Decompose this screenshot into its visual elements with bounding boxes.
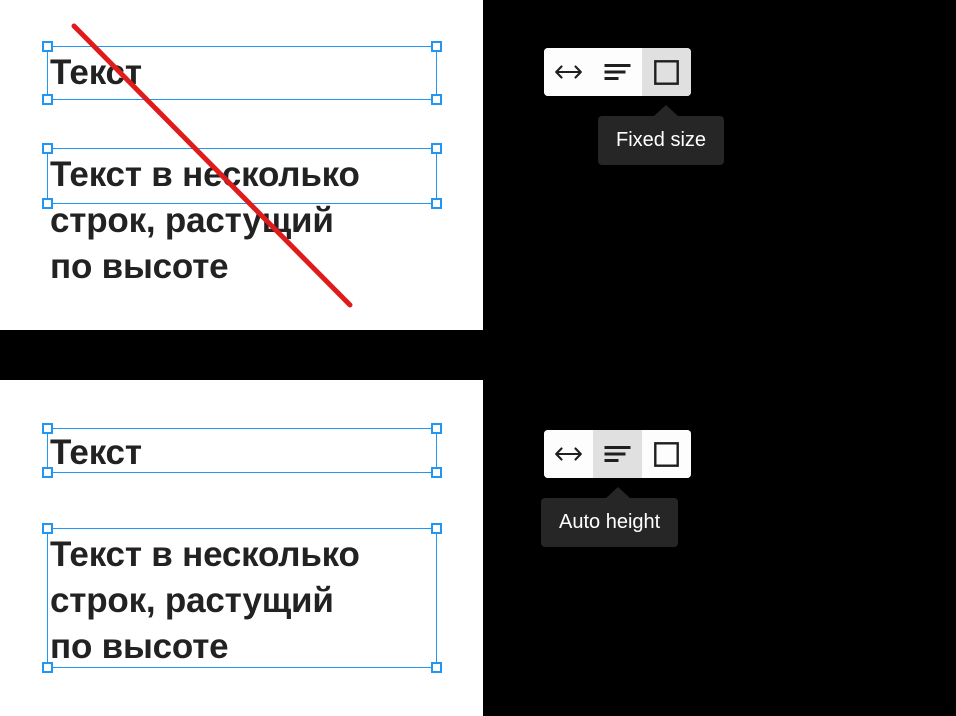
canvas-text-multi-line[interactable]: Текст в несколько строк, растущий по выс…	[50, 152, 360, 290]
toolbar-button-auto-height[interactable]	[593, 48, 642, 96]
tooltip-arrow-icon	[653, 105, 679, 117]
horizontal-double-arrow-icon	[555, 446, 582, 462]
toolbar-button-auto-width[interactable]	[544, 430, 593, 478]
toolbar-button-fixed-size[interactable]	[642, 48, 691, 96]
square-outline-icon	[654, 59, 679, 85]
resize-handle-bottom-right[interactable]	[431, 467, 442, 478]
toolbar-button-auto-height[interactable]	[593, 430, 642, 478]
square-outline-icon	[654, 441, 679, 467]
resize-mode-toolbar-auto-height[interactable]	[544, 430, 691, 478]
resize-handle-bottom-right[interactable]	[431, 662, 442, 673]
tooltip-arrow-icon	[605, 487, 631, 499]
resize-handle-top-right[interactable]	[431, 523, 442, 534]
resize-handle-bottom-right[interactable]	[431, 94, 442, 105]
tooltip-fixed-size: Fixed size	[598, 105, 725, 165]
canvas-text-multi-line[interactable]: Текст в несколько строк, растущий по выс…	[50, 532, 360, 670]
text-lines-icon	[604, 63, 631, 81]
resize-handle-top-right[interactable]	[431, 41, 442, 52]
resize-mode-toolbar-fixed-size[interactable]	[544, 48, 691, 96]
resize-handle-top-right[interactable]	[431, 143, 442, 154]
tooltip-label: Auto height	[559, 511, 661, 533]
resize-handle-bottom-right[interactable]	[431, 198, 442, 209]
tooltip-label: Fixed size	[616, 129, 707, 151]
text-lines-icon	[604, 445, 631, 463]
toolbar-button-fixed-size[interactable]	[642, 430, 691, 478]
tooltip-auto-height: Auto height	[541, 487, 679, 547]
resize-handle-top-right[interactable]	[431, 423, 442, 434]
toolbar-button-auto-width[interactable]	[544, 48, 593, 96]
canvas-text-single-line[interactable]: Текст	[50, 430, 142, 476]
example-panel-auto-height: Текст Текст в несколько строк, растущий …	[0, 380, 483, 716]
example-panel-fixed-size: Текст Текст в несколько строк, растущий …	[0, 0, 483, 330]
canvas-text-single-line[interactable]: Текст	[50, 50, 142, 96]
horizontal-double-arrow-icon	[555, 64, 582, 80]
